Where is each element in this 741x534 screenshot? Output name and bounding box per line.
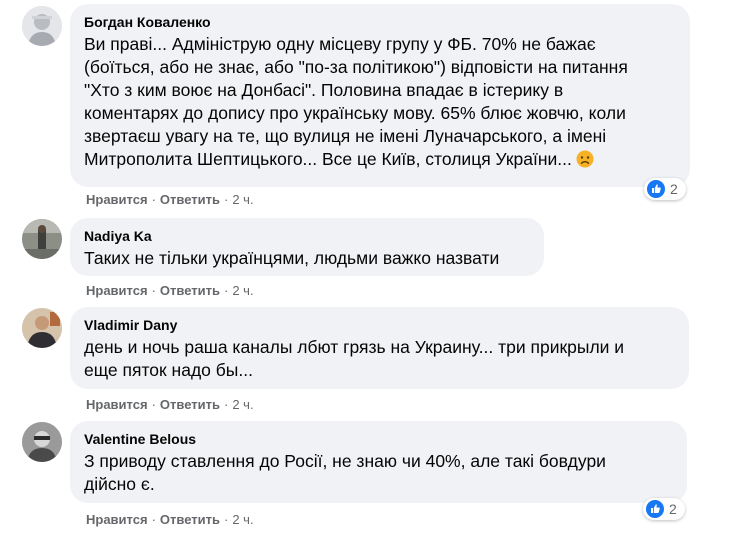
comment-timestamp[interactable]: 2 ч. bbox=[232, 397, 253, 412]
comment-text: Ви праві... Адмініструю одну місцеву гру… bbox=[84, 33, 676, 174]
avatar-image bbox=[22, 422, 62, 462]
comment-text-line: еще пяток надо бы... bbox=[84, 360, 253, 380]
avatar-image bbox=[22, 6, 62, 46]
comment-text-line: Таких не тільки українцями, людьми важко… bbox=[84, 248, 500, 268]
like-button[interactable]: Нравится bbox=[86, 512, 148, 527]
comment-text: З приводу ставлення до Росії, не знаю чи… bbox=[84, 450, 673, 496]
like-icon bbox=[646, 500, 664, 518]
reaction-count: 2 bbox=[670, 181, 678, 197]
avatar[interactable] bbox=[22, 219, 62, 259]
comment-text-line-last: Митрополита Шептицького... Все це Київ, … bbox=[84, 149, 572, 169]
comment-text-line: Ви праві... Адмініструю одну місцеву гру… bbox=[84, 34, 596, 54]
comments-thread: Богдан Коваленко Ви праві... Адмініструю… bbox=[0, 0, 741, 534]
avatar-image bbox=[22, 219, 62, 259]
comment-actions: Нравится · Ответить · 2 ч. bbox=[86, 512, 254, 528]
comment-text-line: дійсно є. bbox=[84, 474, 155, 494]
reaction-summary[interactable]: 2 bbox=[643, 498, 685, 520]
comment-text: Таких не тільки українцями, людьми важко… bbox=[84, 247, 530, 270]
reaction-summary[interactable]: 2 bbox=[644, 178, 686, 200]
reply-button[interactable]: Ответить bbox=[160, 397, 220, 412]
avatar-image bbox=[22, 308, 62, 348]
separator-dot: · bbox=[151, 512, 156, 527]
comment-text-line: коментарях до допису про українську мову… bbox=[84, 103, 626, 123]
comment-text-line: звертаєш увагу на те, що вулиця не імені… bbox=[84, 126, 607, 146]
comment-author[interactable]: Nadiya Ka bbox=[84, 227, 530, 245]
comment-text-line: З приводу ставлення до Росії, не знаю чи… bbox=[84, 451, 606, 471]
reaction-count: 2 bbox=[669, 501, 677, 517]
reply-button[interactable]: Ответить bbox=[160, 512, 220, 527]
avatar[interactable] bbox=[22, 308, 62, 348]
comment-bubble: Богдан Коваленко Ви праві... Адмініструю… bbox=[70, 4, 690, 187]
comment-bubble: Valentine Belous З приводу ставлення до … bbox=[70, 421, 687, 503]
comment-author[interactable]: Valentine Belous bbox=[84, 430, 673, 448]
separator-dot: · bbox=[151, 397, 156, 412]
separator-dot: · bbox=[223, 512, 229, 527]
comment-actions: Нравится · Ответить · 2 ч. bbox=[86, 192, 254, 208]
reply-button[interactable]: Ответить bbox=[160, 192, 220, 207]
avatar[interactable] bbox=[22, 6, 62, 46]
like-button[interactable]: Нравится bbox=[86, 283, 148, 298]
comment-timestamp[interactable]: 2 ч. bbox=[232, 283, 253, 298]
separator-dot: · bbox=[151, 283, 156, 298]
like-button[interactable]: Нравится bbox=[86, 397, 148, 412]
comment-author[interactable]: Богдан Коваленко bbox=[84, 13, 676, 31]
comment-actions: Нравится · Ответить · 2 ч. bbox=[86, 397, 254, 413]
like-button[interactable]: Нравится bbox=[86, 192, 148, 207]
comment-timestamp[interactable]: 2 ч. bbox=[232, 512, 253, 527]
like-icon bbox=[647, 180, 665, 198]
comment-text-line: день и ночь раша каналы лбют грязь на Ук… bbox=[84, 337, 625, 357]
comment-timestamp[interactable]: 2 ч. bbox=[232, 192, 253, 207]
comment-text-line: "Хто з ким воює на Донбасі". Половина вп… bbox=[84, 80, 564, 100]
comment-bubble: Vladimir Dany день и ночь раша каналы лб… bbox=[70, 307, 689, 389]
separator-dot: · bbox=[223, 192, 229, 207]
separator-dot: · bbox=[223, 397, 229, 412]
comment-actions: Нравится · Ответить · 2 ч. bbox=[86, 283, 254, 299]
separator-dot: · bbox=[151, 192, 156, 207]
comment-text: день и ночь раша каналы лбют грязь на Ук… bbox=[84, 336, 675, 382]
comment-author[interactable]: Vladimir Dany bbox=[84, 316, 675, 334]
comment-text-line: (боїться, або не знає, або "по-за політи… bbox=[84, 57, 628, 77]
avatar[interactable] bbox=[22, 422, 62, 462]
comment-bubble: Nadiya Ka Таких не тільки українцями, лю… bbox=[70, 218, 544, 276]
reply-button[interactable]: Ответить bbox=[160, 283, 220, 298]
comment-text-line: Митрополита Шептицького... Все це Київ, … bbox=[84, 148, 676, 174]
separator-dot: · bbox=[223, 283, 229, 298]
sad-face-emoji bbox=[576, 150, 594, 174]
